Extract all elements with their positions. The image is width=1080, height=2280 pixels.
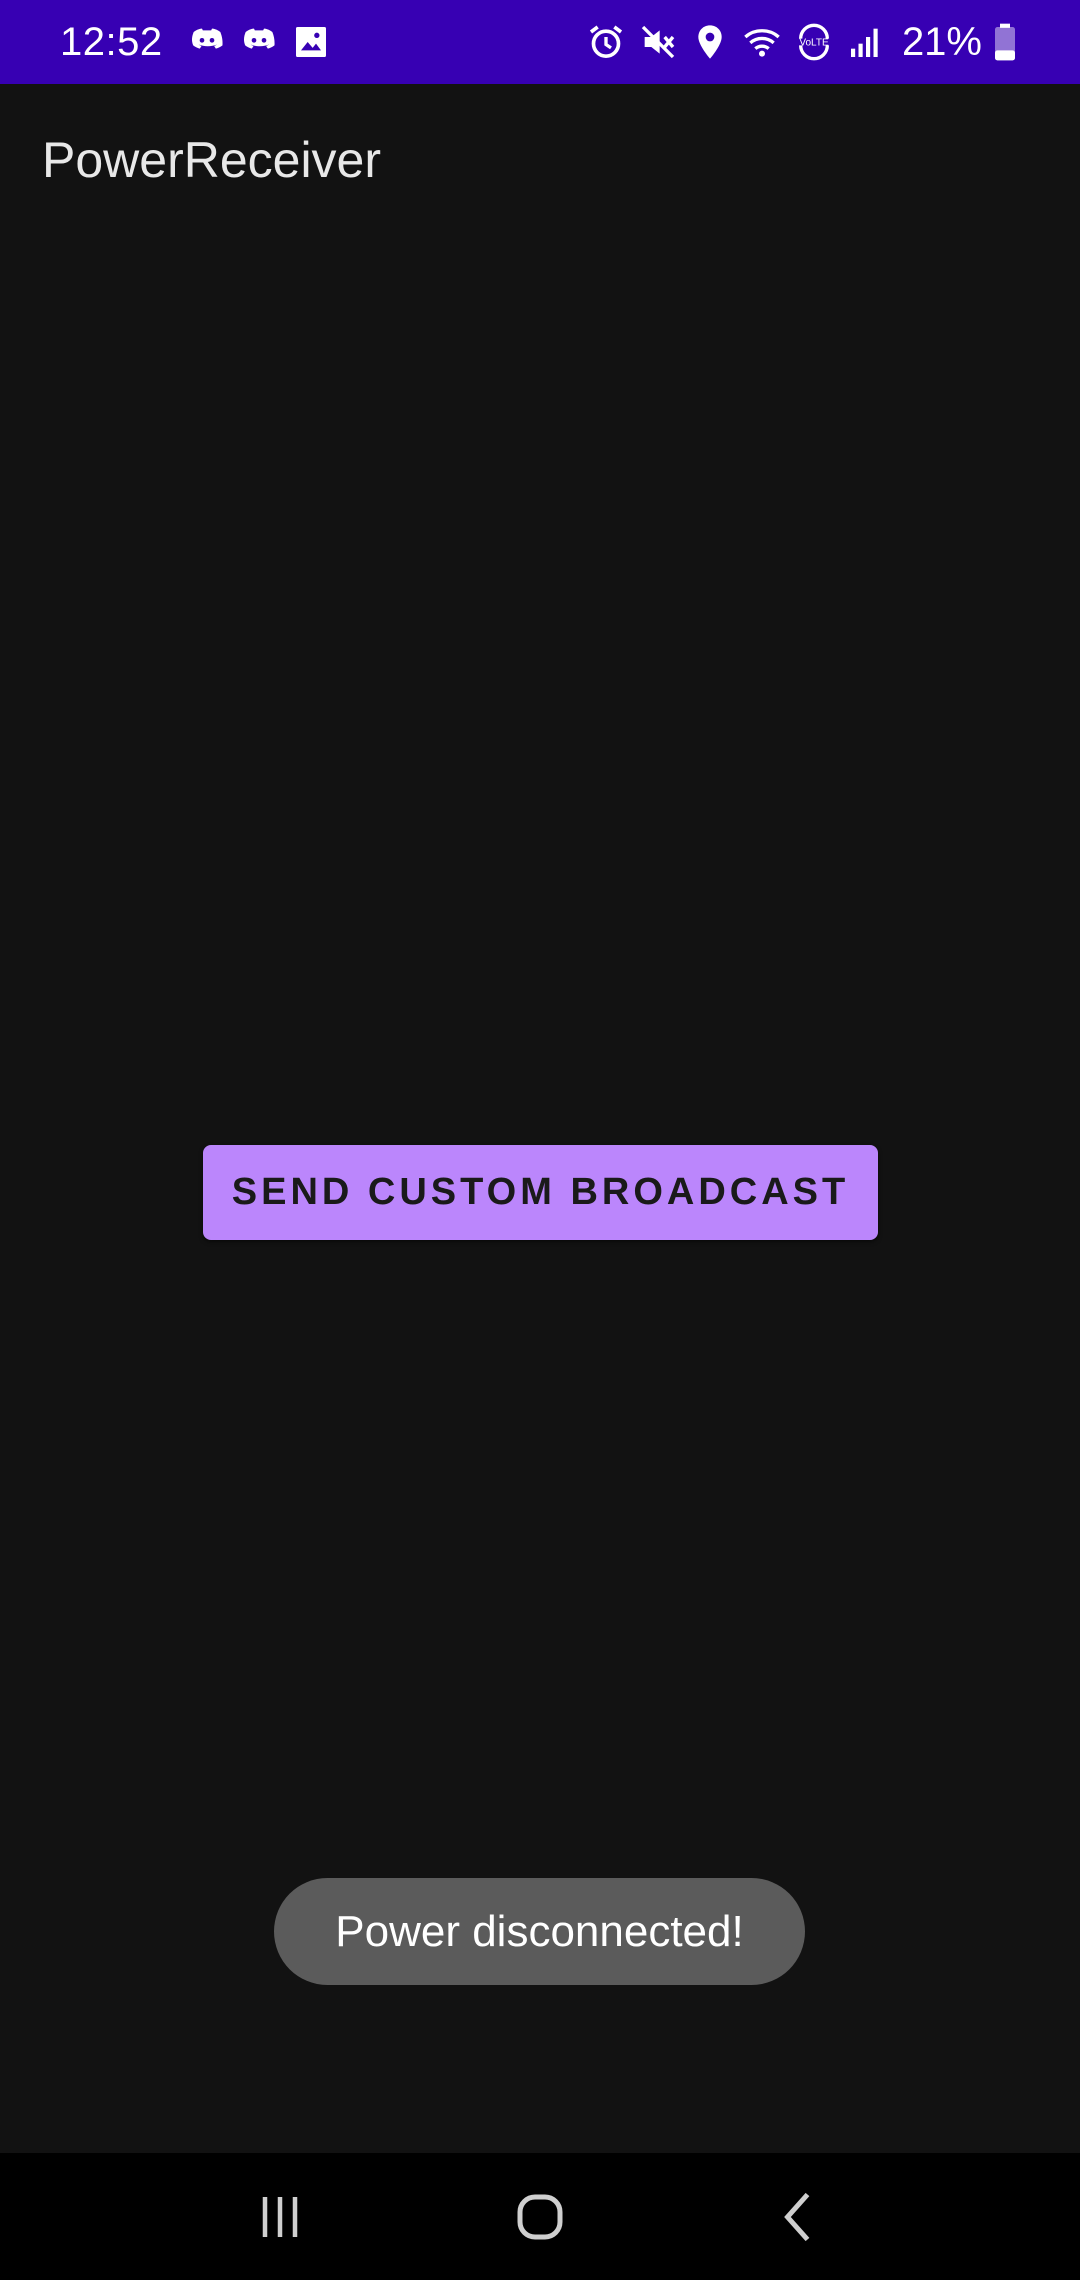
home-icon xyxy=(517,2194,563,2239)
mute-icon xyxy=(638,22,678,62)
signal-icon xyxy=(846,22,886,62)
battery-icon xyxy=(992,22,1018,62)
send-custom-broadcast-button[interactable]: SEND CUSTOM BROADCAST xyxy=(203,1145,878,1240)
battery-percent: 21% xyxy=(901,19,982,64)
status-time: 12:52 xyxy=(60,19,163,64)
recent-apps-icon xyxy=(262,2196,298,2237)
alarm-icon xyxy=(586,22,626,62)
app-bar: PowerReceiver xyxy=(0,84,1080,236)
screen: 12:52 VoLTE 21% PowerReceiver SEND CUSTO… xyxy=(0,0,1080,2280)
location-icon xyxy=(690,22,730,62)
app-title: PowerReceiver xyxy=(42,132,382,188)
home-button[interactable] xyxy=(500,2177,580,2257)
status-bar: 12:52 VoLTE 21% xyxy=(0,0,1080,84)
recent-apps-button[interactable] xyxy=(240,2177,320,2257)
image-icon xyxy=(291,22,331,62)
discord-icon xyxy=(187,22,227,62)
status-left: 12:52 xyxy=(60,20,337,65)
status-right: VoLTE 21% xyxy=(580,20,1024,65)
discord-icon xyxy=(239,22,279,62)
svg-text:VoLTE: VoLTE xyxy=(799,37,829,48)
volte-icon: VoLTE xyxy=(794,22,834,62)
navigation-bar xyxy=(0,2153,1080,2280)
toast: Power disconnected! xyxy=(274,1878,805,1985)
back-icon xyxy=(784,2192,810,2241)
wifi-icon xyxy=(742,22,782,62)
back-button[interactable] xyxy=(760,2177,840,2257)
toast-message: Power disconnected! xyxy=(335,1906,744,1956)
